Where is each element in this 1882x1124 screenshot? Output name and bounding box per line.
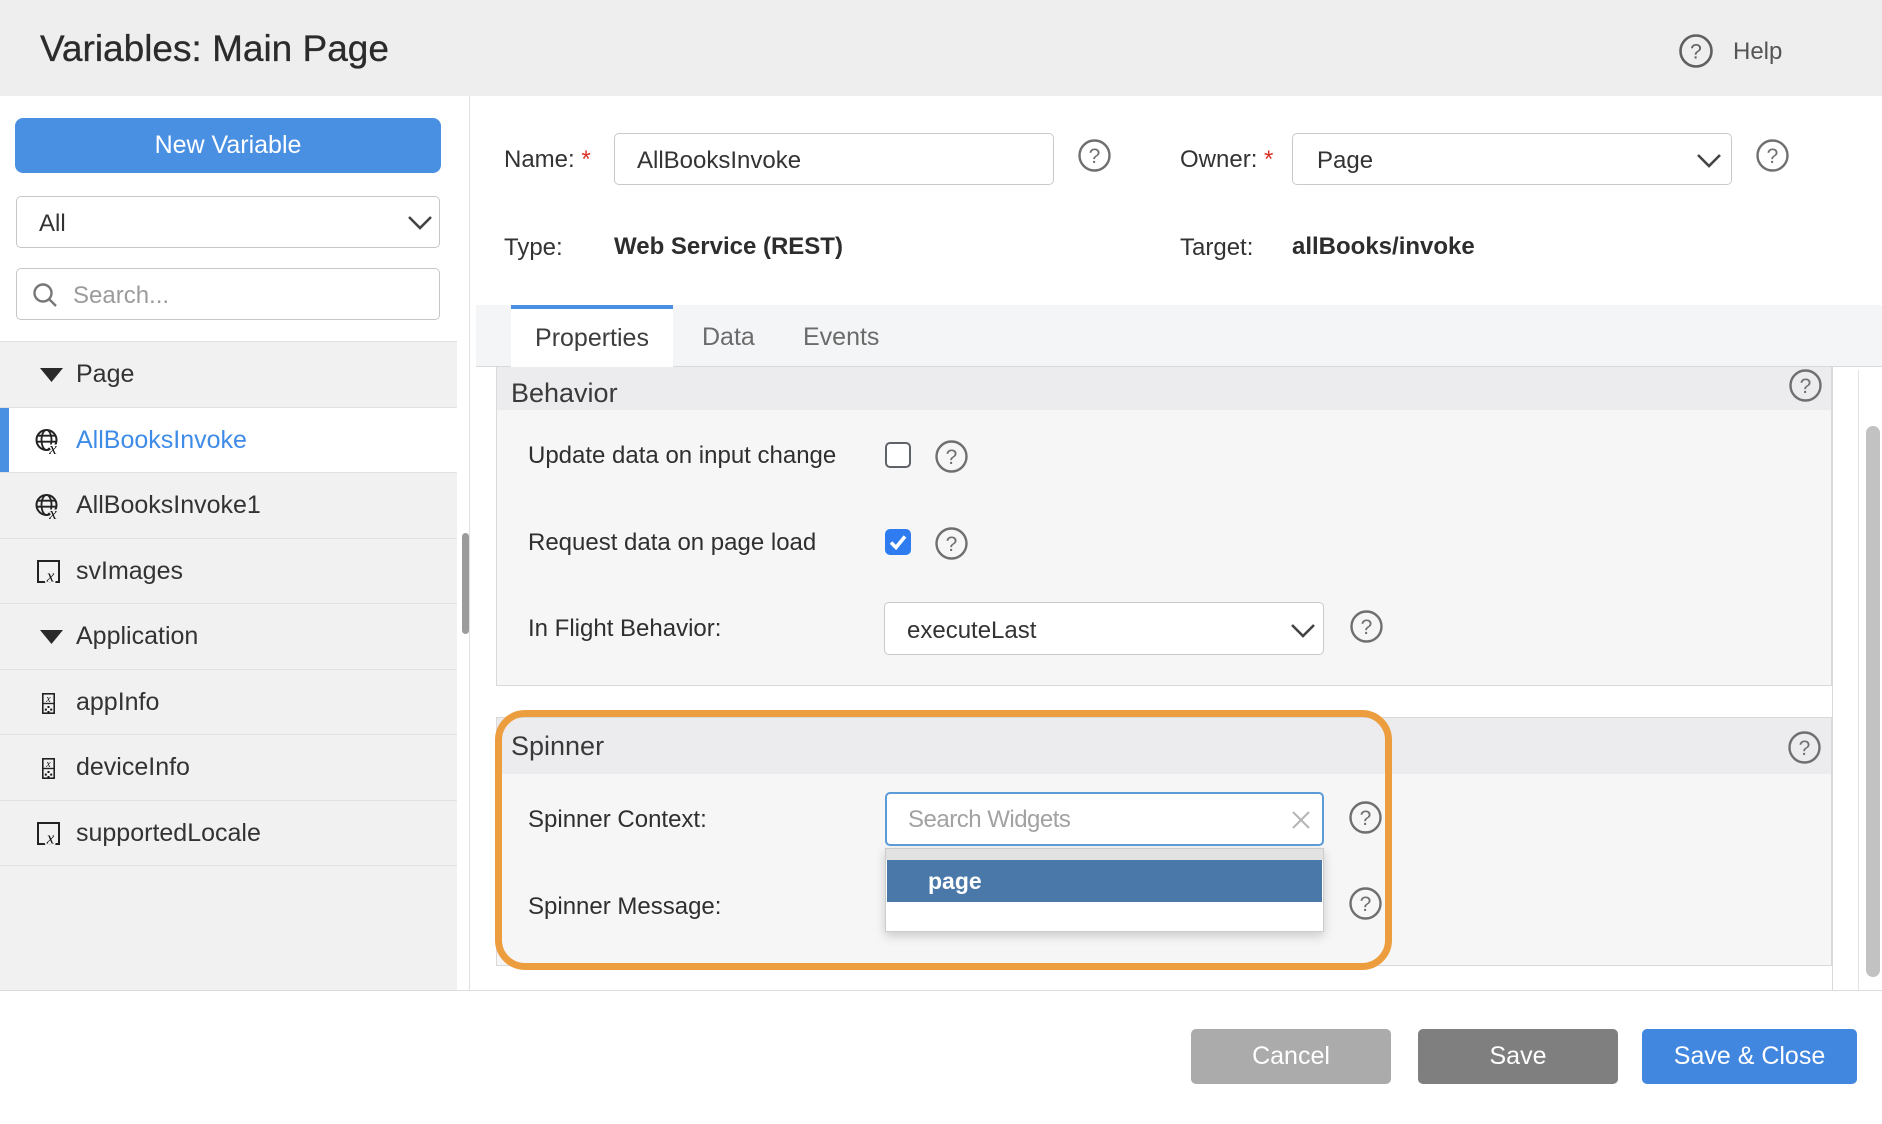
svg-text:?: ? — [1089, 145, 1101, 168]
svg-text:?: ? — [1800, 375, 1812, 398]
svg-text:x: x — [48, 504, 57, 520]
svg-text:?: ? — [1799, 737, 1811, 760]
svg-text:x: x — [46, 566, 55, 584]
svg-text:x: x — [45, 693, 51, 704]
svg-text:?: ? — [946, 446, 958, 469]
svg-text:?: ? — [946, 533, 958, 556]
svg-text:x: x — [48, 439, 57, 455]
svg-text:?: ? — [1767, 145, 1779, 168]
svg-text:?: ? — [1690, 41, 1702, 64]
svg-text:x: x — [45, 759, 51, 770]
svg-text:?: ? — [1361, 616, 1373, 639]
svg-text:x: x — [46, 828, 55, 846]
